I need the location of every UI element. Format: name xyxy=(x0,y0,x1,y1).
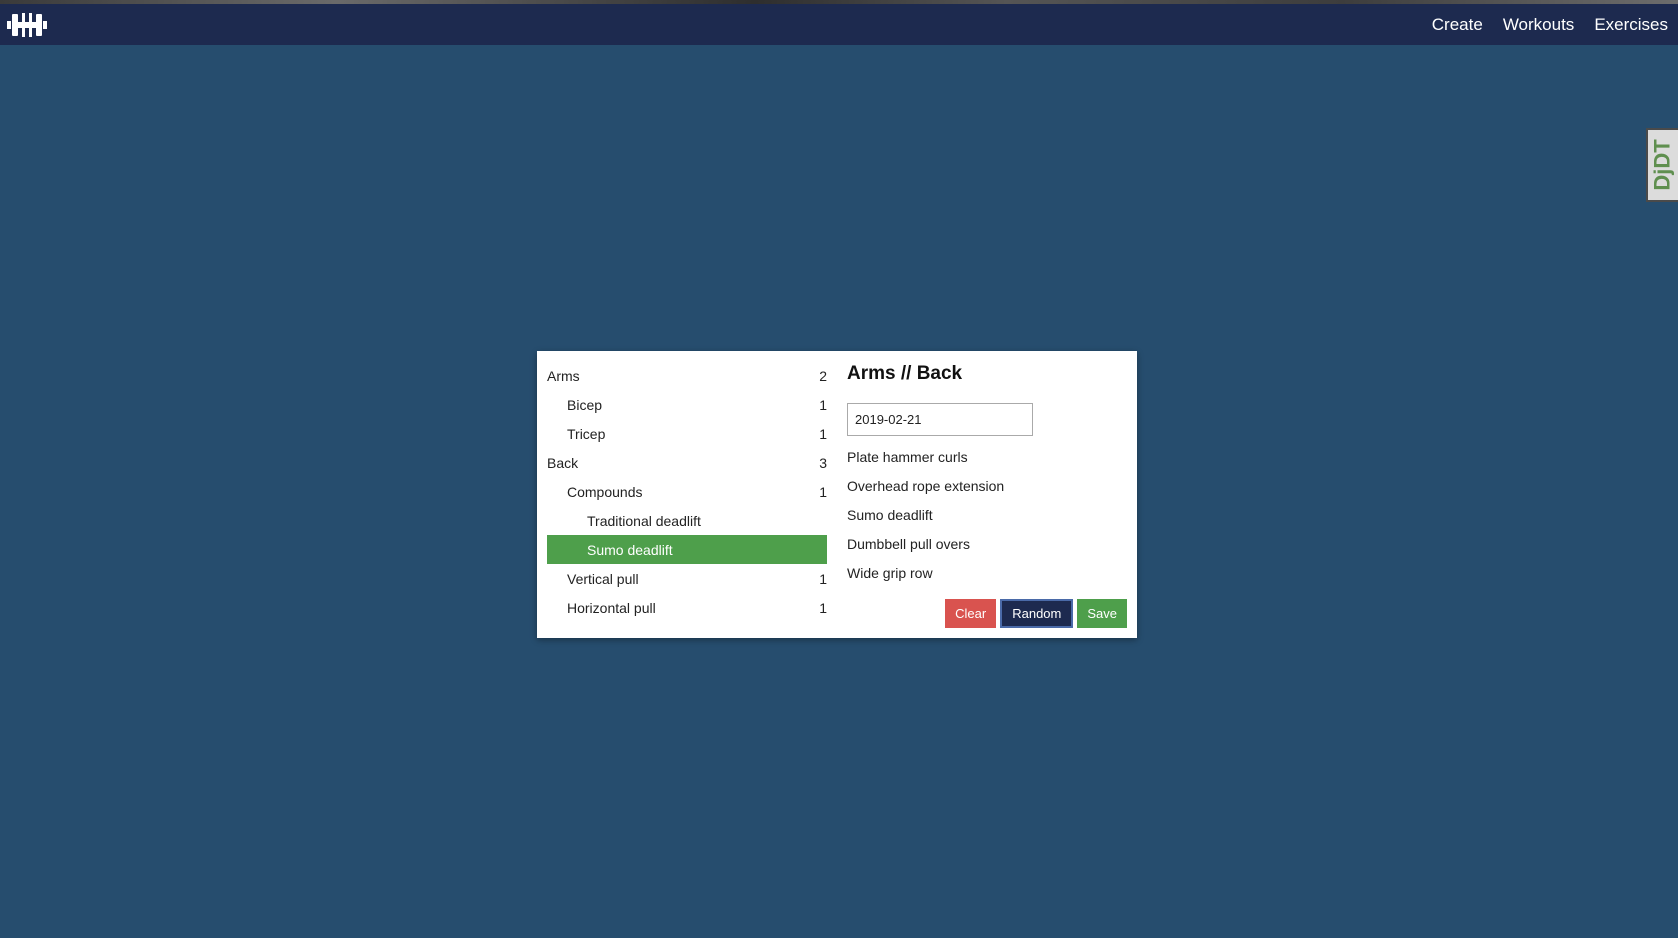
workout-title: Arms // Back xyxy=(847,363,963,384)
list-item[interactable]: Dumbbell pull overs xyxy=(847,530,1127,559)
category-tree: Arms 2 Bicep 1 Tricep 1 Back 3 Compounds… xyxy=(547,361,827,622)
tree-item-count: 1 xyxy=(819,570,827,587)
navbar: Create Workouts Exercises xyxy=(0,4,1678,45)
tree-item-tricep[interactable]: Tricep 1 xyxy=(547,419,827,448)
tree-item-label: Traditional deadlift xyxy=(587,512,701,529)
tree-item-count: 1 xyxy=(819,396,827,413)
list-item[interactable]: Wide grip row xyxy=(847,559,1127,588)
debug-toolbar-label: DjDT xyxy=(1650,139,1676,191)
tree-item-count: 1 xyxy=(819,483,827,500)
tree-item-vertical-pull[interactable]: Vertical pull 1 xyxy=(547,564,827,593)
clear-button[interactable]: Clear xyxy=(945,599,997,628)
tree-item-count: 3 xyxy=(819,454,827,471)
tree-item-count: 1 xyxy=(819,425,827,442)
random-button[interactable]: Random xyxy=(1000,599,1074,628)
tree-item-count: 1 xyxy=(819,599,827,616)
nav-link-exercises[interactable]: Exercises xyxy=(1594,15,1668,35)
tree-item-label: Bicep xyxy=(567,396,603,413)
nav-link-create[interactable]: Create xyxy=(1432,15,1483,35)
tree-item-count: 2 xyxy=(819,367,827,384)
tree-item-compounds[interactable]: Compounds 1 xyxy=(547,477,827,506)
debug-toolbar-handle[interactable]: DjDT xyxy=(1646,128,1678,202)
date-input[interactable] xyxy=(847,403,1033,436)
tree-item-label: Horizontal pull xyxy=(567,599,656,616)
tree-item-arms[interactable]: Arms 2 xyxy=(547,361,827,390)
tree-item-label: Sumo deadlift xyxy=(587,541,673,558)
dumbbell-icon[interactable] xyxy=(6,10,48,40)
list-item[interactable]: Overhead rope extension xyxy=(847,472,1127,501)
tree-item-label: Compounds xyxy=(567,483,643,500)
nav-links: Create Workouts Exercises xyxy=(1412,4,1668,45)
tree-item-label: Arms xyxy=(547,367,580,384)
tree-item-traditional-deadlift[interactable]: Traditional deadlift xyxy=(547,506,827,535)
tree-item-label: Tricep xyxy=(567,425,606,442)
tree-item-bicep[interactable]: Bicep 1 xyxy=(547,390,827,419)
tree-item-back[interactable]: Back 3 xyxy=(547,448,827,477)
action-buttons: Clear Random Save xyxy=(941,599,1127,628)
tree-item-label: Vertical pull xyxy=(567,570,639,587)
nav-link-workouts[interactable]: Workouts xyxy=(1503,15,1575,35)
workout-card: Arms 2 Bicep 1 Tricep 1 Back 3 Compounds… xyxy=(537,351,1137,638)
tree-item-label: Back xyxy=(547,454,579,471)
list-item[interactable]: Sumo deadlift xyxy=(847,501,1127,530)
exercise-list: Plate hammer curls Overhead rope extensi… xyxy=(847,443,1127,588)
tree-item-horizontal-pull[interactable]: Horizontal pull 1 xyxy=(547,593,827,622)
list-item[interactable]: Plate hammer curls xyxy=(847,443,1127,472)
tree-item-sumo-deadlift[interactable]: Sumo deadlift xyxy=(547,535,827,564)
workout-detail: Arms // Back Plate hammer curls Overhead… xyxy=(847,361,1127,588)
save-button[interactable]: Save xyxy=(1077,599,1127,628)
